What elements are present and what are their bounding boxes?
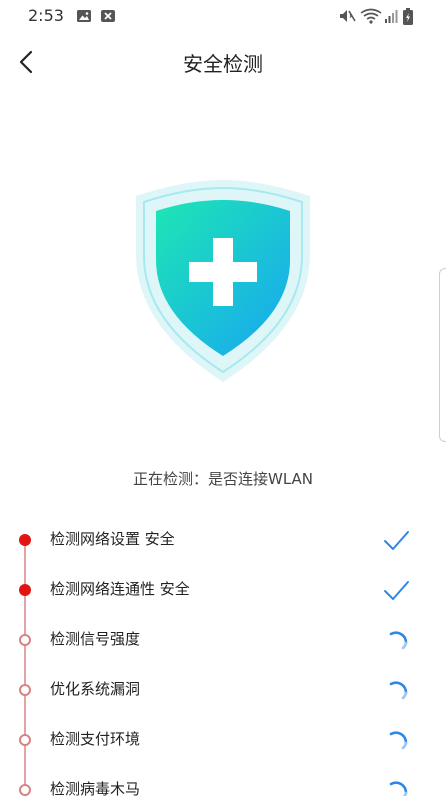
loading-spinner-icon	[389, 731, 408, 750]
signal-icon	[385, 10, 398, 23]
timeline-dot-pending	[19, 784, 31, 796]
close-box-icon	[101, 10, 115, 22]
check-label: 检测网络设置 安全	[50, 530, 175, 548]
wifi-icon	[360, 8, 382, 24]
loading-spinner-icon	[389, 681, 408, 700]
edge-scroll-handle[interactable]	[439, 268, 446, 442]
check-item-payment-environment: 检测支付环境	[0, 715, 446, 765]
check-item-network-settings: 检测网络设置 安全	[0, 515, 446, 565]
check-label: 检测支付环境	[50, 730, 141, 748]
nav-bar: 安全检测	[0, 36, 446, 88]
battery-icon	[403, 8, 413, 25]
check-label: 检测网络连通性 安全	[50, 580, 190, 598]
loading-spinner-icon	[389, 631, 408, 650]
check-label: 检测病毒木马	[50, 780, 141, 796]
check-label: 优化系统漏洞	[50, 680, 141, 698]
timeline-dot-done	[19, 534, 31, 546]
timeline-dot-pending	[19, 684, 31, 696]
checkmark-icon	[384, 581, 409, 600]
image-icon	[77, 10, 91, 22]
check-item-virus-trojan: 检测病毒木马	[0, 765, 446, 796]
timeline-dot-pending	[19, 734, 31, 746]
check-item-network-connectivity: 检测网络连通性 安全	[0, 565, 446, 615]
timeline-dot-pending	[19, 634, 31, 646]
status-time: 2:53	[28, 6, 64, 25]
mute-icon	[340, 10, 356, 22]
shield-plus-icon	[136, 180, 310, 382]
loading-spinner-icon	[389, 781, 408, 796]
checkmark-icon	[384, 531, 409, 550]
check-item-signal-strength: 检测信号强度	[0, 615, 446, 665]
timeline-dot-done	[19, 584, 31, 596]
status-bar: 2:53	[0, 0, 446, 32]
check-item-system-vulnerabilities: 优化系统漏洞	[0, 665, 446, 715]
check-timeline: 检测网络设置 安全 检测网络连通性 安全 检测信号强度 优化系统漏洞 检测支付环…	[0, 515, 446, 796]
check-label: 检测信号强度	[50, 630, 141, 648]
detection-status-text: 正在检测：是否连接WLAN	[132, 470, 313, 488]
page-title: 安全检测	[183, 52, 263, 76]
